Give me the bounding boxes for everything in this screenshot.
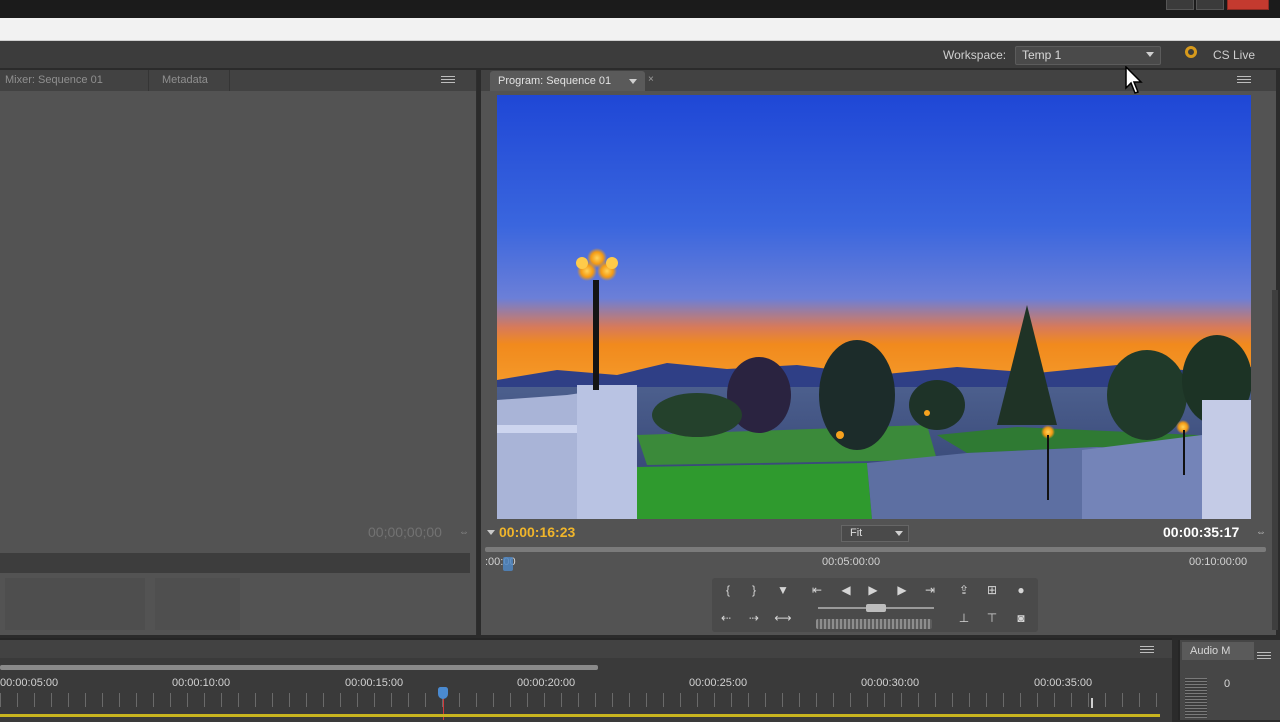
step-forward-icon[interactable]: ▶ — [891, 582, 913, 598]
close-tab-icon[interactable]: × — [648, 74, 654, 85]
left-panel-scrub-bar[interactable] — [0, 553, 470, 573]
tab-audio-meters[interactable]: Audio M — [1182, 642, 1254, 660]
play-icon[interactable]: ▶ — [862, 582, 884, 598]
export-frame-icon[interactable]: ● — [1010, 582, 1032, 598]
cs-live-icon[interactable] — [1185, 46, 1197, 58]
workspace-select[interactable]: Temp 1 — [1015, 46, 1161, 65]
duration-settings-icon[interactable]: ⇔ — [1256, 527, 1266, 538]
program-video-frame — [497, 95, 1251, 519]
chevron-down-icon[interactable] — [629, 79, 638, 84]
sequence-end-marker — [1083, 698, 1093, 708]
safe-margins-icon[interactable]: ⊞ — [981, 582, 1003, 598]
step-back-icon[interactable]: ◀ — [835, 582, 857, 598]
go-to-in-icon[interactable]: ⇤ — [806, 582, 828, 598]
timeline-zoom-bar[interactable] — [0, 665, 598, 670]
zoom-fit-value: Fit — [850, 527, 863, 539]
timecode-marker-icon — [487, 530, 495, 535]
play-in-to-out-icon[interactable]: ⟷ — [772, 610, 794, 626]
close-button[interactable] — [1227, 0, 1269, 10]
timecode-settings-icon[interactable]: ⇔ — [459, 527, 469, 538]
ruler-label-end: 00:10:00:00 — [1189, 556, 1248, 568]
zoom-fit-select[interactable]: Fit — [841, 525, 909, 542]
audio-level-meter — [1185, 678, 1207, 718]
timeline-header-bar — [0, 640, 1172, 658]
zoom-scroll-bar[interactable] — [485, 547, 1266, 552]
menu-strip — [0, 18, 1280, 41]
tab-audio-mixer[interactable]: Mixer: Sequence 01 — [0, 70, 149, 91]
add-marker-icon[interactable]: ▼ — [772, 582, 794, 598]
timeline-label: 00:00:35:00 — [1034, 677, 1093, 689]
monitor-playhead[interactable] — [503, 557, 513, 571]
chevron-down-icon — [895, 531, 903, 536]
left-panel — [0, 70, 477, 635]
timeline-label: 00:00:15:00 — [345, 677, 404, 689]
panel-menu-icon[interactable] — [1140, 646, 1154, 655]
sunset-scene-image — [497, 95, 1251, 519]
work-area-bar[interactable] — [0, 714, 1160, 717]
panel-menu-icon[interactable] — [441, 76, 455, 85]
workspace-label: Workspace: — [943, 48, 1007, 62]
window-title-bar — [0, 0, 1280, 18]
mark-out-icon[interactable]: } — [743, 582, 765, 598]
vertical-scrollbar[interactable] — [1272, 290, 1278, 630]
go-to-next-edit-icon[interactable]: ⇢ — [743, 610, 765, 626]
camera-icon[interactable]: ◙ — [1010, 610, 1032, 626]
output-icon[interactable]: ⇪ — [953, 582, 975, 598]
ruler-label-mid: 00:05:00:00 — [822, 556, 881, 568]
extract-icon[interactable]: ⊤ — [981, 610, 1003, 626]
timeline-label: 00:00:25:00 — [689, 677, 748, 689]
shuttle-control[interactable] — [816, 619, 932, 629]
mark-in-icon[interactable]: { — [717, 582, 739, 598]
cs-live-label[interactable]: CS Live — [1213, 48, 1255, 62]
lift-icon[interactable]: ⊥ — [953, 610, 975, 626]
audio-meter-zero-label: 0 — [1224, 678, 1231, 690]
tab-program-monitor[interactable]: Program: Sequence 01 — [490, 71, 646, 91]
timeline-ruler-ticks[interactable] — [0, 693, 1160, 707]
go-to-out-icon[interactable]: ⇥ — [919, 582, 941, 598]
panel-menu-icon[interactable] — [1257, 652, 1271, 661]
left-transport-controls — [5, 578, 145, 630]
left-panel-timecode: 00;00;00;00 — [368, 524, 442, 540]
current-timecode[interactable]: 00:00:16:23 — [499, 524, 575, 540]
chevron-down-icon — [1146, 52, 1154, 57]
timeline-label: 00:00:05:00 — [0, 677, 59, 689]
timeline-playhead[interactable] — [438, 687, 448, 699]
maximize-button[interactable] — [1196, 0, 1224, 10]
duration-timecode: 00:00:35:17 — [1163, 524, 1240, 540]
panel-menu-icon[interactable] — [1237, 76, 1251, 85]
tab-metadata[interactable]: Metadata — [150, 70, 230, 91]
go-to-prev-edit-icon[interactable]: ⇠ — [715, 610, 737, 626]
jog-slider[interactable] — [818, 604, 934, 612]
timeline-label: 00:00:30:00 — [861, 677, 920, 689]
workspace-select-value: Temp 1 — [1022, 48, 1062, 62]
minimize-button[interactable] — [1166, 0, 1194, 10]
tab-program-label: Program: Sequence 01 — [498, 75, 612, 87]
timeline-label: 00:00:20:00 — [517, 677, 576, 689]
timeline-label: 00:00:10:00 — [172, 677, 231, 689]
left-extra-controls — [155, 578, 240, 630]
mouse-cursor-icon — [1125, 66, 1143, 94]
